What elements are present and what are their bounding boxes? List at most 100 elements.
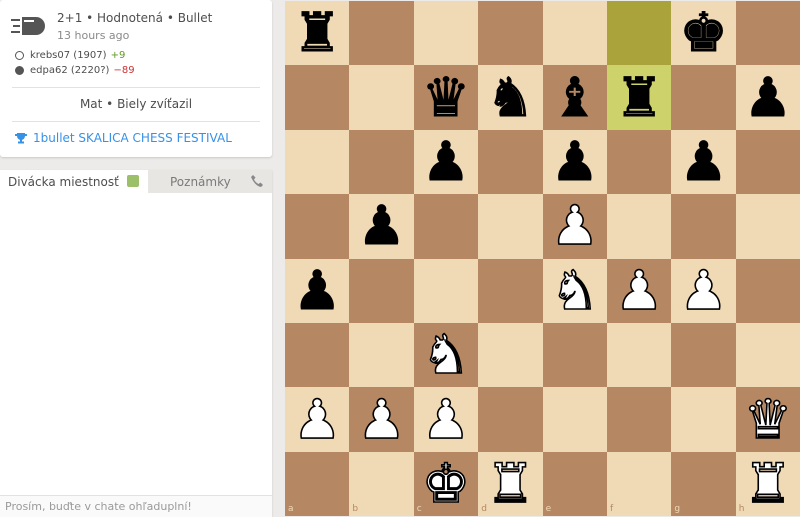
white-pawn-icon[interactable]: ♟	[349, 387, 413, 451]
game-result: Mat • Biely zvíťazil	[79, 97, 193, 111]
tab-spectator-room-label: Divácka miestnosť	[8, 174, 119, 189]
chess-board[interactable]: a b c d e f g h 8 7 6 5 4 3 2 1 ♜ ♚ ♛ ♞ ♝ ♜ ♟ ♟ ♟ ♟ ♟ ♟ ♟ ♞ ♟ ♟ ♞ ♟ ♟ ♟ ♛ ♚ ♜ ♜	[285, 1, 800, 516]
chat-tabs: Divácka miestnosť Poznámky	[0, 170, 272, 193]
square-c8[interactable]	[413, 1, 479, 66]
white-pawn-icon[interactable]: ♟	[414, 387, 478, 451]
divider	[12, 121, 260, 122]
square-d6[interactable]	[478, 129, 543, 195]
file-label: b	[352, 503, 359, 514]
file-label: f	[610, 503, 614, 514]
square-f2[interactable]	[607, 387, 672, 452]
square-b3[interactable]	[349, 323, 414, 388]
square-h4[interactable]	[735, 258, 800, 323]
tab-notes[interactable]: Poznámky	[148, 170, 272, 193]
black-queen-icon[interactable]: ♛	[414, 65, 478, 129]
white-pawn-icon[interactable]: ♟	[607, 259, 671, 323]
tab-spectator-room[interactable]: Divácka miestnosť	[0, 170, 148, 193]
square-b4[interactable]	[349, 258, 414, 323]
square-a5[interactable]	[285, 194, 350, 259]
square-f6[interactable]	[607, 129, 672, 195]
square-g1[interactable]	[671, 451, 736, 516]
tab-notes-label: Poznámky	[170, 174, 231, 189]
square-g3[interactable]	[671, 323, 736, 388]
black-player-name[interactable]: edpa62 (2220?)	[30, 65, 109, 76]
chat-panel: Divácka miestnosť Poznámky Prosím, buďte…	[0, 170, 272, 517]
square-d5[interactable]	[478, 194, 543, 259]
tournament-link[interactable]: 1bullet SKALICA CHESS FESTIVAL	[15, 131, 232, 145]
white-player-name[interactable]: krebs07 (1907)	[30, 50, 107, 61]
white-pawn-icon[interactable]: ♟	[671, 259, 735, 323]
chat-input[interactable]: Prosím, buďte v chate ohľaduplní!	[0, 495, 272, 517]
file-label: e	[545, 503, 552, 514]
game-title: 2+1 • Hodnotená • Bullet	[57, 11, 213, 25]
trophy-icon	[15, 133, 27, 144]
black-rook-icon[interactable]: ♜	[607, 65, 671, 129]
phone-icon[interactable]	[250, 174, 264, 188]
square-b8[interactable]	[349, 1, 414, 66]
black-pawn-icon[interactable]: ♟	[414, 130, 478, 194]
square-f8[interactable]	[607, 1, 672, 66]
square-e3[interactable]	[542, 323, 607, 388]
white-player[interactable]: krebs07 (1907) +9	[15, 50, 125, 61]
white-rook-icon[interactable]: ♜	[478, 452, 542, 516]
rank-label: 5	[791, 196, 798, 207]
black-pawn-icon[interactable]: ♟	[671, 130, 735, 194]
square-g7[interactable]	[671, 65, 736, 130]
square-b7[interactable]	[349, 65, 414, 130]
game-time: 13 hours ago	[57, 29, 130, 42]
file-label: g	[674, 503, 681, 514]
black-king-icon[interactable]: ♚	[671, 1, 735, 65]
black-pawn-icon[interactable]: ♟	[736, 65, 800, 129]
rank-label: 3	[791, 325, 798, 335]
game-info-card: 2+1 • Hodnotená • Bullet 13 hours ago kr…	[0, 0, 272, 157]
black-player[interactable]: edpa62 (2220?) −89	[15, 65, 135, 76]
square-e8[interactable]	[542, 1, 607, 66]
square-h8[interactable]	[735, 1, 800, 66]
white-knight-icon[interactable]: ♞	[543, 259, 607, 323]
square-d2[interactable]	[478, 387, 543, 452]
rank-label: 8	[791, 3, 798, 13]
square-b1[interactable]	[349, 451, 414, 516]
black-color-icon	[15, 66, 24, 75]
square-f1[interactable]	[607, 451, 672, 516]
square-e2[interactable]	[542, 387, 607, 452]
white-pawn-icon[interactable]: ♟	[285, 387, 349, 451]
black-pawn-icon[interactable]: ♟	[349, 194, 413, 258]
white-pawn-icon[interactable]: ♟	[543, 194, 607, 258]
rank-label: 6	[791, 131, 798, 142]
square-d3[interactable]	[478, 323, 543, 388]
square-h3[interactable]	[735, 323, 800, 388]
square-f5[interactable]	[607, 194, 672, 259]
black-pawn-icon[interactable]: ♟	[543, 130, 607, 194]
white-king-icon[interactable]: ♚	[414, 452, 478, 516]
square-g5[interactable]	[671, 194, 736, 259]
black-rating-diff: −89	[113, 65, 135, 76]
tournament-name[interactable]: 1bullet SKALICA CHESS FESTIVAL	[33, 131, 232, 145]
white-knight-icon[interactable]: ♞	[414, 323, 478, 387]
chat-toggle[interactable]	[127, 175, 139, 187]
square-a7[interactable]	[285, 65, 350, 130]
black-pawn-icon[interactable]: ♟	[285, 259, 349, 323]
square-f3[interactable]	[607, 323, 672, 388]
file-label: a	[288, 503, 294, 514]
square-h6[interactable]	[735, 129, 800, 195]
square-c4[interactable]	[413, 258, 479, 323]
rank-label: 4	[791, 260, 798, 271]
white-rook-icon[interactable]: ♜	[736, 452, 800, 516]
square-g2[interactable]	[671, 387, 736, 452]
square-e1[interactable]	[542, 451, 607, 516]
square-h5[interactable]	[735, 194, 800, 259]
square-a6[interactable]	[285, 129, 350, 195]
black-knight-icon[interactable]: ♞	[478, 65, 542, 129]
square-c5[interactable]	[413, 194, 479, 259]
square-a1[interactable]	[285, 451, 350, 516]
square-a3[interactable]	[285, 323, 350, 388]
square-b6[interactable]	[349, 129, 414, 195]
white-color-icon	[15, 51, 24, 60]
square-d4[interactable]	[478, 258, 543, 323]
bullet-icon	[11, 17, 45, 35]
square-d8[interactable]	[478, 1, 543, 66]
white-queen-icon[interactable]: ♛	[736, 387, 800, 451]
black-bishop-icon[interactable]: ♝	[543, 65, 607, 129]
black-rook-icon[interactable]: ♜	[285, 1, 349, 65]
